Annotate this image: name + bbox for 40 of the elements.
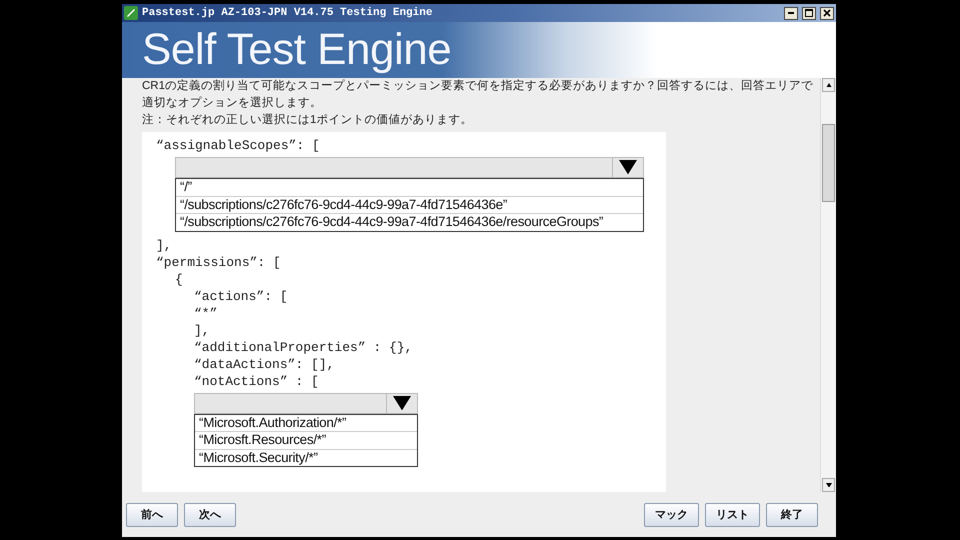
code-line: “*” bbox=[194, 304, 218, 322]
caret-icon bbox=[393, 396, 411, 410]
maximize-icon bbox=[805, 9, 813, 17]
code-line: { bbox=[175, 270, 184, 288]
scrollbar-thumb[interactable] bbox=[822, 124, 835, 202]
code-line: ], bbox=[194, 322, 211, 338]
dropdown-option[interactable]: “Microsoft.Authorization/*” bbox=[195, 414, 417, 431]
nav-button[interactable]: 次へ bbox=[184, 502, 236, 526]
code-line: “permissions”: [ bbox=[156, 254, 282, 270]
code-line: “dataActions”: [], bbox=[194, 356, 336, 372]
code-line: “assignableScopes”: [ bbox=[156, 137, 321, 154]
nav-button[interactable]: 前へ bbox=[126, 502, 178, 526]
window-title: Passtest.jp AZ-103-JPN V14.75 Testing Engine bbox=[142, 7, 434, 19]
caret-icon bbox=[619, 160, 638, 175]
minimize-button[interactable] bbox=[784, 6, 798, 20]
dropdown-option[interactable]: “/” bbox=[176, 179, 644, 196]
dropdown-option[interactable]: “/subscriptions/c276fc76-9cd4-44c9-99a7-4fd71546436e/resourceGroups” bbox=[176, 213, 644, 230]
code-line: ], bbox=[156, 236, 173, 254]
action-button[interactable]: リスト bbox=[705, 502, 760, 526]
question-text: 注：それぞれの正しい選択には1ポイントの価値があります。 bbox=[142, 112, 474, 128]
question-text: CR1の定義の割り当て可能なスコープとパーミッション要素で何を指定する必要がありますか？回答するには、回答エリアで bbox=[142, 78, 814, 94]
scrollbar[interactable] bbox=[820, 78, 836, 492]
code-line: “additionalProperties” : {}, bbox=[194, 338, 414, 356]
answer-dropdown[interactable] bbox=[194, 392, 418, 414]
code-line: “actions”: [ bbox=[194, 288, 289, 304]
caret-icon bbox=[826, 82, 832, 88]
caret-icon bbox=[826, 482, 832, 488]
action-button[interactable]: 終了 bbox=[766, 502, 818, 526]
action-button[interactable]: マック bbox=[644, 502, 699, 526]
question-text: 適切なオプションを選択します。 bbox=[142, 95, 323, 111]
maximize-button[interactable] bbox=[802, 6, 816, 20]
close-icon bbox=[823, 9, 831, 17]
close-button[interactable] bbox=[820, 6, 834, 20]
code-line: “notActions” : [ bbox=[194, 372, 320, 390]
dropdown-option[interactable]: “Microsoft.Security/*” bbox=[195, 448, 417, 466]
minimize-icon bbox=[788, 12, 794, 14]
banner-title: Self Test Engine bbox=[142, 25, 452, 75]
dropdown-option[interactable]: “/subscriptions/c276fc76-9cd4-44c9-99a7-4fd71546436e” bbox=[176, 196, 644, 213]
dropdown-option[interactable]: “Microsft.Resources/*” bbox=[195, 431, 417, 448]
app-icon bbox=[124, 6, 138, 20]
